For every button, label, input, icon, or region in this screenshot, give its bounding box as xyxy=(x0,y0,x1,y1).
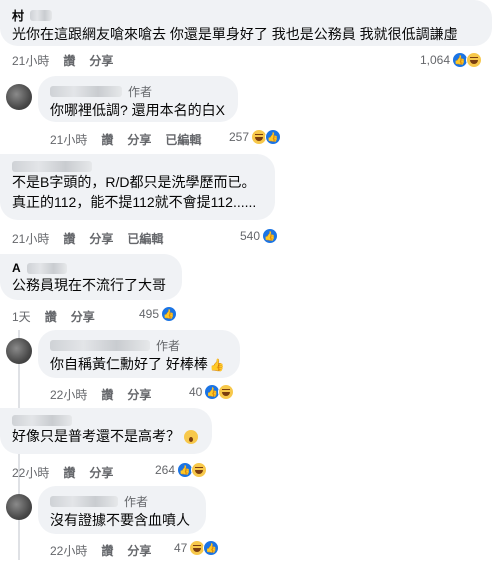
like-button[interactable]: 讚 xyxy=(101,542,113,559)
comment-text: 沒有證據不要含血噴人 xyxy=(50,512,190,528)
like-button[interactable]: 讚 xyxy=(45,308,57,325)
like-button[interactable]: 讚 xyxy=(101,131,113,148)
comment-bubble: 作者 你自稱黃仁勳好了 好棒棒 👍 xyxy=(38,330,240,378)
reaction-summary[interactable]: 1,064 👍 xyxy=(420,52,483,68)
comment-actions: 22小時 讚 分享 xyxy=(50,542,151,559)
comment-time[interactable]: 22小時 xyxy=(50,386,87,403)
commenter-name[interactable]: 作者 xyxy=(50,337,228,354)
comment-time[interactable]: 21小時 xyxy=(12,230,49,247)
haha-icon xyxy=(191,462,208,478)
reaction-summary[interactable]: 40 👍 xyxy=(189,384,235,400)
reaction-count: 495 xyxy=(139,307,160,321)
share-button[interactable]: 分享 xyxy=(127,386,151,403)
commenter-name[interactable]: 作者 xyxy=(50,83,226,100)
reaction-count: 540 xyxy=(240,229,261,243)
comment-actions: 22小時 讚 分享 xyxy=(12,464,113,481)
comment-text: 光你在這跟網友嗆來嗆去 你還是單身好了 我也是公務員 我就很低調謙虛 xyxy=(12,26,458,42)
comment-bubble: 作者 沒有證據不要含血噴人 xyxy=(38,486,206,534)
thumbs-up-emoji: 👍 xyxy=(209,358,225,372)
avatar[interactable] xyxy=(6,338,32,364)
comment-actions: 22小時 讚 分享 xyxy=(50,386,151,403)
share-button[interactable]: 分享 xyxy=(89,230,113,247)
commenter-name[interactable]: 作者 xyxy=(50,493,194,510)
share-button[interactable]: 分享 xyxy=(71,308,95,325)
reaction-count: 257 xyxy=(229,130,250,144)
like-button[interactable]: 讚 xyxy=(63,464,75,481)
like-icon: 👍 xyxy=(265,129,282,145)
like-button[interactable]: 讚 xyxy=(101,386,113,403)
reaction-summary[interactable]: 264 👍 xyxy=(155,462,208,478)
comment-actions: 21小時 讚 分享 xyxy=(12,52,113,69)
commenter-name[interactable]: A xyxy=(12,261,170,275)
comment-text: 你哪裡低調? 還用本名的白X xyxy=(50,102,226,118)
comment-bubble: 不是B字頭的，R/D都只是洗學歷而已。 真正的112，能不提112就不會提112… xyxy=(0,154,275,220)
commenter-name[interactable] xyxy=(12,161,263,172)
comment-actions: 1天 讚 分享 xyxy=(12,308,95,325)
share-button[interactable]: 分享 xyxy=(89,464,113,481)
wow-emoji xyxy=(183,430,198,445)
share-button[interactable]: 分享 xyxy=(127,131,151,148)
comment-bubble: 好像只是普考還不是高考？ xyxy=(0,408,212,454)
avatar[interactable] xyxy=(6,84,32,110)
reaction-count: 1,064 xyxy=(420,53,451,67)
comment-bubble: 作者 你哪裡低調? 還用本名的白X xyxy=(38,76,238,122)
reaction-summary[interactable]: 540 👍 xyxy=(240,228,279,244)
comment-bubble: A 公務員現在不流行了大哥 xyxy=(0,254,182,300)
like-button[interactable]: 讚 xyxy=(63,230,75,247)
comment-actions: 21小時 讚 分享 已編輯 xyxy=(12,230,163,247)
reaction-summary[interactable]: 495 👍 xyxy=(139,306,178,322)
haha-icon xyxy=(218,384,235,400)
author-badge: 作者 xyxy=(128,85,153,99)
reaction-count: 47 xyxy=(174,541,188,555)
commenter-name[interactable] xyxy=(12,415,200,426)
author-badge: 作者 xyxy=(156,339,181,353)
author-badge: 作者 xyxy=(124,495,149,509)
comment-time[interactable]: 21小時 xyxy=(50,131,87,148)
comment-text: 你自稱黃仁勳好了 好棒棒 👍 xyxy=(50,354,228,375)
reaction-count: 264 xyxy=(155,463,176,477)
share-button[interactable]: 分享 xyxy=(89,52,113,69)
haha-icon xyxy=(466,52,483,68)
comment-text: 好像只是普考還不是高考？ xyxy=(12,426,200,446)
edited-label[interactable]: 已編輯 xyxy=(127,230,163,247)
like-icon: 👍 xyxy=(262,228,279,244)
comment-actions: 21小時 讚 分享 已編輯 xyxy=(50,131,201,148)
comment-bubble: 村 光你在這跟網友嗆來嗆去 你還是單身好了 我也是公務員 我就很低調謙虛 xyxy=(0,0,492,46)
like-button[interactable]: 讚 xyxy=(63,52,75,69)
reaction-count: 40 xyxy=(189,385,203,399)
edited-label[interactable]: 已編輯 xyxy=(165,131,201,148)
comment-time[interactable]: 22小時 xyxy=(50,542,87,559)
comment-text: 不是B字頭的，R/D都只是洗學歷而已。 xyxy=(12,174,256,190)
like-icon: 👍 xyxy=(203,540,220,556)
share-button[interactable]: 分享 xyxy=(127,542,151,559)
comment-time[interactable]: 21小時 xyxy=(12,52,49,69)
reaction-summary[interactable]: 257 👍 xyxy=(229,129,282,145)
avatar[interactable] xyxy=(6,494,32,520)
commenter-name[interactable]: 村 xyxy=(12,7,480,24)
reaction-summary[interactable]: 47 👍 xyxy=(174,540,220,556)
comment-time[interactable]: 1天 xyxy=(12,308,31,325)
like-icon: 👍 xyxy=(161,306,178,322)
comment-text: 公務員現在不流行了大哥 xyxy=(12,277,166,293)
comment-time[interactable]: 22小時 xyxy=(12,464,49,481)
comment-text: 真正的112，能不提112就不會提112...... xyxy=(12,194,257,210)
